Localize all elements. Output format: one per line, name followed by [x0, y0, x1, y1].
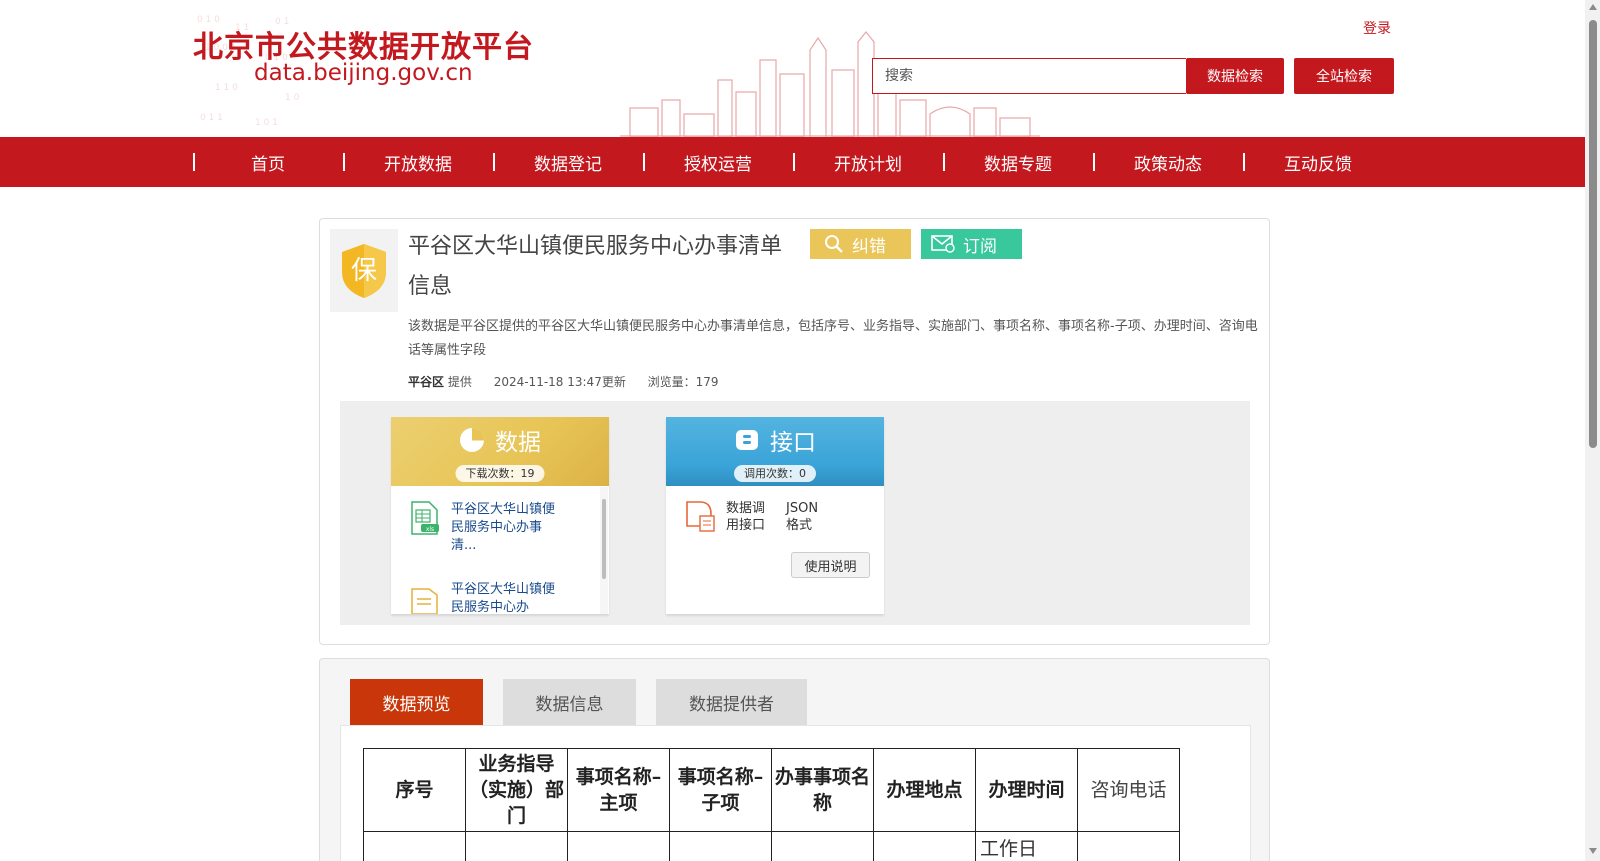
preview-table: 序号 业务指导（实施）部门 事项名称–主项 事项名称–子项 办事事项名称 办理地… — [363, 748, 1180, 861]
api-format: JSON格式 — [786, 501, 819, 533]
dataset-meta: 平谷区 提供 2024-11-18 13:47更新 浏览量：179 — [408, 373, 737, 390]
pie-chart-icon — [460, 428, 484, 452]
category-badge: 保 — [330, 229, 398, 312]
table-cell — [873, 831, 976, 861]
dataset-views: 浏览量：179 — [647, 375, 719, 389]
search-input[interactable] — [872, 58, 1186, 94]
dataset-title: 平谷区大华山镇便民服务中心办事清单信息 — [408, 234, 783, 299]
table-header: 办事事项名称 — [771, 748, 874, 832]
table-header: 办理地点 — [873, 748, 976, 832]
data-preview-body: 序号 业务指导（实施）部门 事项名称–主项 事项名称–子项 办事事项名称 办理地… — [340, 725, 1251, 861]
table-header: 办理时间 — [975, 748, 1078, 832]
download-count-badge: 下载次数：19 — [455, 465, 545, 482]
nav-item-data-registration[interactable]: 数据登记 — [493, 137, 643, 187]
document-api-icon — [686, 501, 715, 532]
table-header: 咨询电话 — [1077, 748, 1180, 832]
category-char: 保 — [351, 256, 377, 286]
api-item-name[interactable]: 数据调用接口 — [726, 500, 776, 534]
table-cell — [1077, 831, 1180, 861]
shield-icon: 保 — [342, 243, 386, 298]
subscribe-label: 订阅 — [963, 236, 997, 257]
site-search-button[interactable]: 全站检索 — [1294, 58, 1394, 94]
tab-data-info[interactable]: 数据信息 — [503, 679, 636, 725]
file-type-label: xls — [426, 526, 434, 533]
file-list-scroll-thumb[interactable] — [602, 499, 606, 579]
scrollbar-thumb[interactable] — [1589, 20, 1597, 448]
svg-text:1 1 0: 1 1 0 — [215, 83, 238, 93]
nav-item-home[interactable]: 首页 — [193, 137, 343, 187]
main-nav: 首页 开放数据 数据登记 授权运营 开放计划 数据专题 政策动态 互动反馈 — [0, 137, 1585, 187]
dataset-detail-card: 保 平谷区大华山镇便民服务中心办事清单信息 纠错 订阅 该数据是平谷区提供的平谷… — [319, 218, 1270, 645]
tab-data-provider[interactable]: 数据提供者 — [656, 679, 807, 725]
site-logo-domain[interactable]: data.beijing.gov.cn — [254, 60, 473, 86]
svg-text:1 0 1: 1 0 1 — [255, 118, 278, 128]
login-link[interactable]: 登录 — [1363, 18, 1391, 38]
dataset-description: 该数据是平谷区提供的平谷区大华山镇便民服务中心办事清单信息，包括序号、业务指导、… — [408, 319, 1258, 358]
site-header: 0 1 01 10 1 1 0 0 10 1 01 1 0 1 00 1 11 … — [0, 0, 1585, 137]
resource-area: 数据 下载次数：19 xls 平谷区大华山镇便民服务中心办事清... 平谷区大华… — [340, 401, 1250, 625]
table-cell: 工作日 09:00 — [975, 831, 1078, 861]
scroll-down-arrow-icon[interactable] — [1589, 848, 1597, 854]
svg-text:0 1 1: 0 1 1 — [200, 113, 223, 123]
nav-item-feedback[interactable]: 互动反馈 — [1243, 137, 1393, 187]
nav-item-data-topics[interactable]: 数据专题 — [943, 137, 1093, 187]
table-header: 事项名称–子项 — [669, 748, 772, 832]
mail-icon — [931, 235, 955, 253]
dataset-provider-suffix: 提供 — [447, 375, 472, 389]
tab-data-preview[interactable]: 数据预览 — [350, 679, 483, 725]
scroll-up-arrow-icon[interactable] — [1589, 4, 1597, 10]
nav-item-policy-news[interactable]: 政策动态 — [1093, 137, 1243, 187]
dataset-tabs-panel: 数据预览 数据信息 数据提供者 序号 业务指导（实施）部门 事项名称–主项 事项… — [319, 658, 1270, 861]
file-list-scrollbar[interactable] — [600, 487, 608, 614]
table-header: 业务指导（实施）部门 — [465, 748, 568, 832]
page-scrollbar[interactable] — [1585, 0, 1600, 861]
dataset-provider: 平谷区 — [408, 375, 445, 389]
call-count-badge: 调用次数：0 — [734, 465, 816, 482]
magnifier-icon — [825, 235, 843, 253]
file-name[interactable]: 平谷区大华山镇便民服务中心办事清... — [451, 501, 561, 555]
file-item[interactable]: xls 平谷区大华山镇便民服务中心办事清... — [409, 501, 561, 555]
api-item[interactable]: 数据调用接口 JSON格式 — [684, 500, 826, 534]
file-icon — [411, 588, 438, 614]
table-row: 工作日 09:00 — [363, 831, 1180, 861]
table-cell — [465, 831, 568, 861]
api-resource-title: 接口 — [770, 430, 816, 456]
dataset-updated: 2024-11-18 13:47更新 — [493, 375, 626, 389]
data-resource-box: 数据 下载次数：19 xls 平谷区大华山镇便民服务中心办事清... 平谷区大华… — [391, 417, 609, 614]
correct-error-label: 纠错 — [852, 236, 886, 257]
api-icon — [736, 430, 758, 450]
data-search-button[interactable]: 数据检索 — [1186, 58, 1284, 94]
table-header: 事项名称–主项 — [567, 748, 670, 832]
data-resource-header: 数据 下载次数：19 — [391, 417, 609, 486]
table-cell — [363, 831, 466, 861]
svg-text:1 0: 1 0 — [285, 93, 300, 103]
table-cell — [567, 831, 670, 861]
table-header: 序号 — [363, 748, 466, 832]
subscribe-button[interactable]: 订阅 — [921, 229, 1022, 259]
api-resource-header: 接口 调用次数：0 — [666, 417, 884, 486]
nav-item-open-plan[interactable]: 开放计划 — [793, 137, 943, 187]
api-resource-box: 接口 调用次数：0 数据调用接口 JSON格式 使用说明 — [666, 417, 884, 614]
usage-guide-button[interactable]: 使用说明 — [791, 552, 870, 578]
table-cell — [771, 831, 874, 861]
data-resource-title: 数据 — [495, 430, 541, 456]
xls-file-icon: xls — [411, 501, 439, 535]
nav-item-open-data[interactable]: 开放数据 — [343, 137, 493, 187]
file-item[interactable]: 平谷区大华山镇便民服务中心办 — [409, 581, 561, 614]
nav-item-authorized-operation[interactable]: 授权运营 — [643, 137, 793, 187]
correct-error-button[interactable]: 纠错 — [810, 229, 911, 259]
table-cell — [669, 831, 772, 861]
file-name[interactable]: 平谷区大华山镇便民服务中心办 — [451, 581, 561, 614]
